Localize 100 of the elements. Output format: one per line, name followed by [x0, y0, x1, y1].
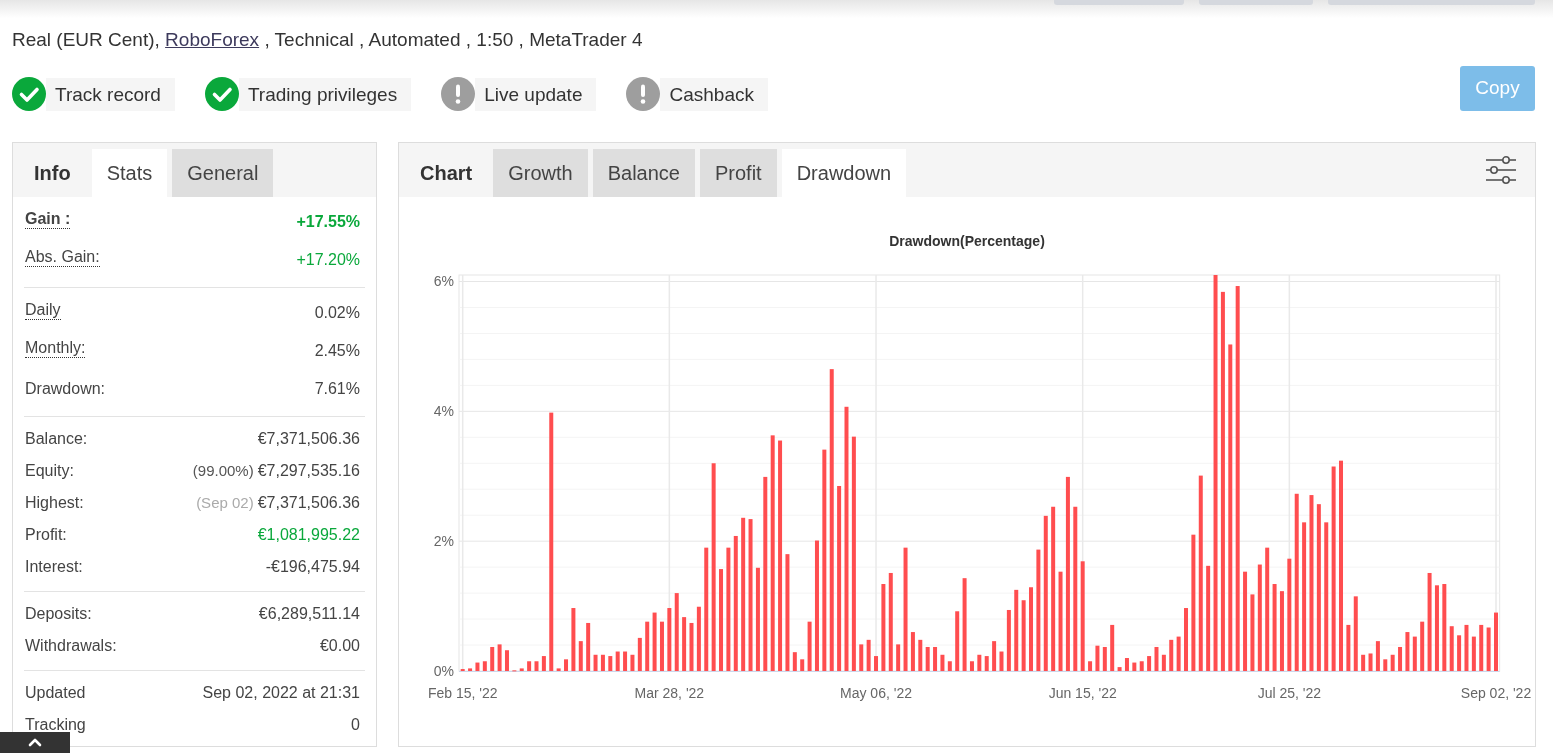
drawdown-bar[interactable]: [851, 436, 856, 671]
drawdown-bar[interactable]: [984, 656, 989, 671]
drawdown-bar[interactable]: [1161, 654, 1166, 671]
drawdown-bar[interactable]: [1442, 584, 1447, 671]
drawdown-bar[interactable]: [933, 647, 938, 671]
drawdown-bar[interactable]: [785, 554, 790, 671]
drawdown-bar[interactable]: [888, 572, 893, 671]
drawdown-bar[interactable]: [726, 547, 731, 671]
drawdown-bar[interactable]: [1243, 571, 1248, 671]
drawdown-bar[interactable]: [1479, 624, 1484, 671]
drawdown-bar[interactable]: [571, 608, 576, 671]
drawdown-bar[interactable]: [1176, 636, 1181, 671]
drawdown-bar[interactable]: [977, 654, 982, 671]
drawdown-bar[interactable]: [1220, 291, 1225, 671]
drawdown-bar[interactable]: [881, 584, 886, 671]
drawdown-bar[interactable]: [748, 519, 753, 671]
drawdown-bar[interactable]: [940, 654, 945, 671]
drawdown-bar[interactable]: [733, 535, 738, 671]
drawdown-bar[interactable]: [1346, 624, 1351, 671]
drawdown-bar[interactable]: [792, 652, 797, 671]
tab[interactable]: Stats: [91, 149, 168, 197]
drawdown-bar[interactable]: [608, 656, 613, 671]
drawdown-bar[interactable]: [1420, 621, 1425, 671]
drawdown-bar[interactable]: [623, 651, 628, 671]
drawdown-bar[interactable]: [1198, 475, 1203, 671]
drawdown-bar[interactable]: [1117, 667, 1122, 671]
drawdown-bar[interactable]: [689, 622, 694, 671]
drawdown-bar[interactable]: [1294, 493, 1299, 671]
tab[interactable]: Balance: [592, 149, 695, 197]
drawdown-bar[interactable]: [1228, 344, 1233, 671]
drawdown-bar[interactable]: [1102, 647, 1107, 671]
drawdown-bar[interactable]: [969, 661, 974, 671]
drawdown-bar[interactable]: [1014, 589, 1019, 671]
drawdown-bar[interactable]: [1287, 558, 1292, 671]
drawdown-bar[interactable]: [615, 651, 620, 671]
drawdown-bar[interactable]: [490, 647, 495, 671]
drawdown-bar[interactable]: [859, 644, 864, 671]
drawdown-bar[interactable]: [837, 486, 842, 671]
drawdown-bar[interactable]: [1309, 495, 1314, 671]
drawdown-bar[interactable]: [962, 578, 967, 671]
drawdown-bar[interactable]: [1051, 506, 1056, 671]
drawdown-bar[interactable]: [593, 654, 598, 671]
drawdown-bar[interactable]: [1434, 585, 1439, 671]
drawdown-bar[interactable]: [778, 440, 783, 671]
drawdown-bar[interactable]: [1257, 564, 1262, 671]
drawdown-bar[interactable]: [652, 612, 657, 671]
drawdown-bar[interactable]: [645, 621, 650, 671]
drawdown-bar[interactable]: [519, 668, 524, 671]
drawdown-bar[interactable]: [482, 661, 487, 671]
drawdown-bar[interactable]: [814, 540, 819, 671]
drawdown-bar[interactable]: [1036, 549, 1041, 671]
drawdown-bar[interactable]: [1398, 647, 1403, 671]
drawdown-bar[interactable]: [918, 639, 923, 671]
drawdown-bar[interactable]: [1080, 561, 1085, 671]
drawdown-bar[interactable]: [637, 637, 642, 671]
drawdown-bar[interactable]: [1154, 647, 1159, 671]
drawdown-bar[interactable]: [1331, 466, 1336, 671]
drawdown-bar[interactable]: [829, 369, 834, 671]
drawdown-bar[interactable]: [947, 661, 952, 671]
drawdown-bar[interactable]: [674, 593, 679, 671]
drawdown-bar[interactable]: [1279, 591, 1284, 671]
drawdown-bar[interactable]: [1147, 656, 1152, 671]
drawdown-bar[interactable]: [1073, 506, 1078, 671]
drawdown-bar[interactable]: [1169, 639, 1174, 671]
drawdown-bar[interactable]: [630, 654, 635, 671]
drawdown-bar[interactable]: [1324, 522, 1329, 671]
drawdown-bar[interactable]: [475, 662, 480, 671]
drawdown-bar[interactable]: [1353, 596, 1358, 671]
settings-sliders-icon[interactable]: [1485, 156, 1517, 184]
drawdown-bar[interactable]: [704, 547, 709, 671]
drawdown-bar[interactable]: [1383, 659, 1388, 671]
drawdown-bar[interactable]: [659, 621, 664, 671]
drawdown-bar[interactable]: [896, 644, 901, 671]
drawdown-bar[interactable]: [1368, 653, 1373, 671]
drawdown-bar[interactable]: [1361, 654, 1366, 671]
tab[interactable]: General: [172, 149, 274, 197]
drawdown-bar[interactable]: [925, 647, 930, 671]
drawdown-bar[interactable]: [1250, 594, 1255, 671]
drawdown-bar[interactable]: [770, 435, 775, 671]
drawdown-bar[interactable]: [1006, 610, 1011, 671]
drawdown-bar[interactable]: [1206, 565, 1211, 671]
drawdown-bar[interactable]: [711, 463, 716, 671]
drawdown-bar[interactable]: [1375, 641, 1380, 671]
drawdown-bar[interactable]: [1316, 504, 1321, 671]
drawdown-bar[interactable]: [1405, 632, 1410, 671]
drawdown-bar[interactable]: [1235, 286, 1240, 671]
drawdown-bar[interactable]: [1124, 658, 1129, 671]
drawdown-bar[interactable]: [578, 641, 583, 671]
drawdown-bar[interactable]: [1058, 571, 1063, 671]
drawdown-bar[interactable]: [822, 449, 827, 671]
drawdown-bar[interactable]: [1449, 626, 1454, 671]
drawdown-bar[interactable]: [541, 656, 546, 671]
drawdown-bar[interactable]: [1043, 515, 1048, 671]
drawdown-bar[interactable]: [1265, 547, 1270, 671]
drawdown-bar[interactable]: [1471, 636, 1476, 671]
drawdown-bar[interactable]: [1110, 624, 1115, 671]
drawdown-bar[interactable]: [468, 668, 473, 671]
drawdown-bar[interactable]: [800, 659, 805, 671]
drawdown-bar[interactable]: [903, 547, 908, 671]
drawdown-bar[interactable]: [844, 406, 849, 671]
